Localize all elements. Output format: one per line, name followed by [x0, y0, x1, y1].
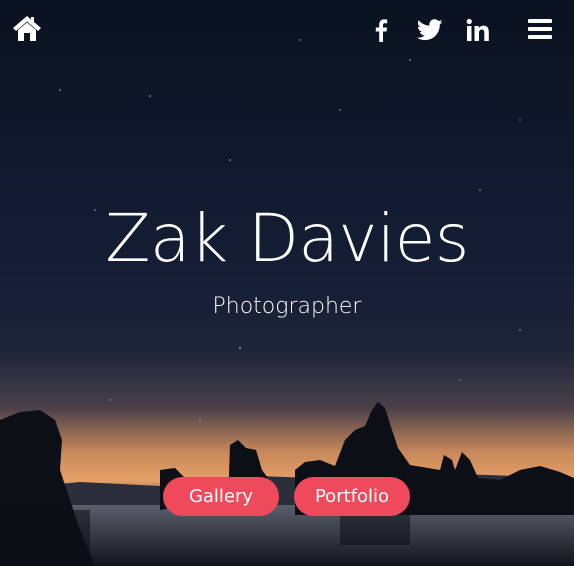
hero-section: Zak Davies Photographer Gallery Portfoli… — [0, 0, 574, 566]
hero-role: Photographer — [212, 294, 362, 319]
home-icon[interactable] — [12, 14, 42, 42]
hamburger-menu-icon[interactable] — [527, 17, 553, 41]
hero-name: Zak Davies — [105, 200, 469, 277]
portfolio-button[interactable]: Portfolio — [294, 477, 410, 516]
facebook-icon[interactable] — [372, 18, 390, 42]
twitter-icon[interactable] — [416, 18, 443, 42]
top-navigation — [0, 0, 574, 60]
night-landscape-background — [0, 0, 574, 566]
gallery-button[interactable]: Gallery — [163, 477, 279, 516]
linkedin-icon[interactable] — [465, 18, 491, 42]
